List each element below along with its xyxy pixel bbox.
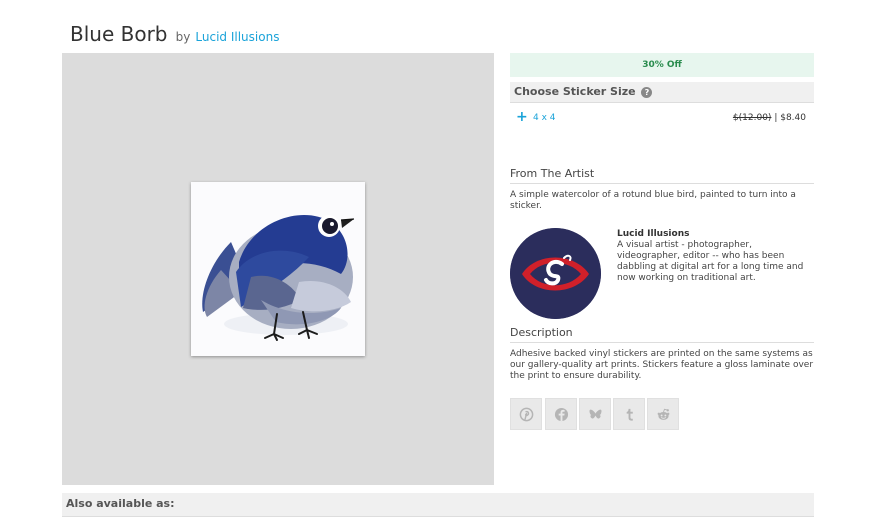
product-image-panel — [62, 53, 494, 485]
share-tumblr-button[interactable] — [613, 398, 645, 430]
original-price: $(12.00) — [732, 113, 772, 123]
pinterest-icon — [519, 407, 533, 421]
share-bluesky-button[interactable] — [579, 398, 611, 430]
artist-avatar[interactable] — [510, 228, 601, 319]
reddit-icon — [657, 408, 669, 420]
help-icon[interactable]: ? — [641, 87, 653, 98]
discount-banner: 30% Off — [510, 53, 814, 77]
bluesky-icon — [588, 409, 602, 418]
size-option-price: $(12.00) | $8.40 — [733, 113, 806, 123]
from-artist-heading: From The Artist — [510, 167, 814, 184]
share-pinterest-button[interactable] — [510, 398, 542, 430]
product-header: Blue Borb by Lucid Illusions — [70, 22, 279, 46]
description-text: Adhesive backed vinyl stickers are print… — [510, 349, 814, 381]
tumblr-icon — [626, 408, 633, 421]
price-separator: | — [774, 113, 778, 123]
purchase-panel: 30% Off Choose Sticker Size ? + 4 x 4 $(… — [510, 53, 814, 133]
artist-bio: A visual artist - photographer, videogra… — [617, 240, 804, 283]
share-facebook-button[interactable] — [545, 398, 577, 430]
also-available-bar: Also available as: — [62, 493, 814, 517]
sticker-image[interactable] — [191, 182, 365, 356]
blue-bird-painting — [191, 182, 365, 356]
artist-name: Lucid Illusions — [617, 229, 690, 239]
size-option-4x4[interactable]: + 4 x 4 $(12.00) | $8.40 — [510, 103, 814, 133]
by-label: by — [175, 30, 191, 44]
plus-icon: + — [516, 109, 528, 125]
product-title: Blue Borb — [70, 22, 168, 46]
share-buttons — [510, 398, 679, 430]
artist-link[interactable]: Lucid Illusions — [195, 30, 279, 44]
eye-logo-icon — [510, 228, 601, 319]
size-selector-header: Choose Sticker Size ? — [510, 82, 814, 103]
share-reddit-button[interactable] — [647, 398, 679, 430]
description-heading: Description — [510, 326, 814, 343]
sale-price: $8.40 — [780, 113, 806, 123]
artwork-summary: A simple watercolor of a rotund blue bir… — [510, 190, 796, 211]
facebook-icon — [554, 407, 568, 421]
size-selector-label: Choose Sticker Size — [514, 85, 636, 98]
size-option-label: 4 x 4 — [533, 113, 556, 123]
